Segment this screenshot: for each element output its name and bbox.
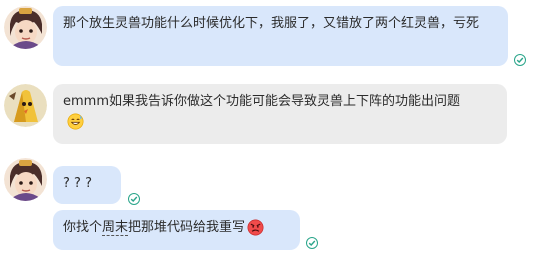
message-text-1: 那个放生灵兽功能什么时候优化下，我服了，又错放了两个红灵兽，亏死 xyxy=(63,16,480,31)
sweat-smile-emoji xyxy=(67,113,84,130)
message-bubble-3[interactable]: ? ? ? xyxy=(53,166,121,204)
message-text-2: emmm如果我告诉你做这个功能可能会导致灵兽上下阵的功能出问题 xyxy=(63,94,460,109)
message-bubble-1[interactable]: 那个放生灵兽功能什么时候优化下，我服了，又错放了两个红灵兽，亏死 xyxy=(53,6,508,66)
peer-avatar[interactable] xyxy=(4,84,47,127)
angry-face-emoji xyxy=(247,219,264,236)
read-check-icon xyxy=(306,237,318,249)
user-avatar[interactable] xyxy=(4,6,47,49)
user-avatar[interactable] xyxy=(4,158,47,201)
message-text-4b: 把那堆代码给我重写 xyxy=(128,220,246,235)
message-text-4-underlined[interactable]: 周末 xyxy=(102,220,129,236)
read-check-icon xyxy=(514,54,526,66)
read-check-icon xyxy=(128,193,140,205)
message-text-3: ? ? ? xyxy=(63,176,92,191)
message-bubble-2[interactable]: emmm如果我告诉你做这个功能可能会导致灵兽上下阵的功能出问题 xyxy=(53,84,507,144)
message-text-4a: 你找个 xyxy=(63,220,103,235)
message-bubble-4[interactable]: 你找个周末把那堆代码给我重写 xyxy=(53,210,300,250)
